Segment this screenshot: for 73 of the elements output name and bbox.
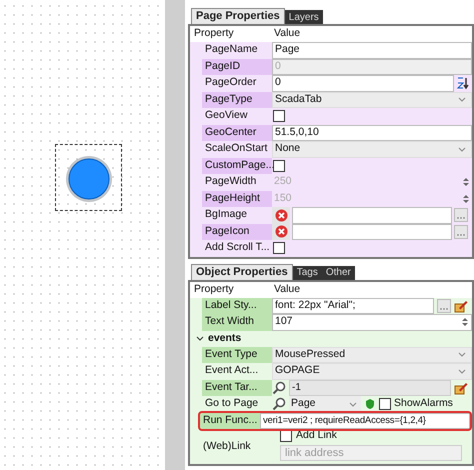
checkbox[interactable] bbox=[273, 110, 285, 122]
style-field[interactable]: font: 22px "Arial"; bbox=[272, 298, 434, 314]
property-label: GeoView bbox=[204, 108, 248, 124]
property-label: Event Type bbox=[202, 346, 272, 363]
checkbox[interactable] bbox=[379, 398, 391, 410]
checkbox-label: Add Link bbox=[296, 428, 337, 444]
dropdown[interactable]: GOPAGE bbox=[272, 363, 472, 380]
caret-icon bbox=[349, 402, 357, 407]
property-label: PageID bbox=[202, 58, 272, 75]
value-field[interactable]: 0 bbox=[272, 75, 454, 92]
spin-field[interactable]: 107 bbox=[272, 314, 472, 330]
column-header: Value bbox=[273, 26, 300, 42]
expand-icon[interactable] bbox=[196, 336, 204, 342]
target-field[interactable]: -1 bbox=[289, 380, 451, 396]
property-label: Go to Page bbox=[204, 396, 260, 412]
panel-tab[interactable]: Object Properties bbox=[191, 264, 293, 280]
dots-icon bbox=[457, 217, 465, 220]
value-field[interactable]: 51.5,0,10 bbox=[272, 124, 472, 141]
caret-icon bbox=[458, 146, 466, 152]
edit-icon[interactable] bbox=[454, 380, 468, 395]
dropdown[interactable]: MousePressed bbox=[272, 346, 472, 363]
checkbox[interactable] bbox=[273, 242, 285, 254]
link-field[interactable]: link address bbox=[280, 445, 462, 461]
panel-tab[interactable]: Layers bbox=[284, 10, 323, 24]
clear-icon[interactable] bbox=[274, 225, 288, 238]
panel-tab[interactable]: Page Properties bbox=[191, 8, 285, 24]
checkbox-label: ShowAlarms bbox=[394, 396, 453, 412]
property-label: Label Sty... bbox=[202, 298, 272, 314]
dropdown[interactable]: ScadaTab bbox=[272, 92, 472, 108]
selection-frame[interactable] bbox=[55, 144, 122, 211]
path-field[interactable] bbox=[292, 207, 452, 224]
property-label: Text Width bbox=[202, 314, 272, 330]
spinner-icon[interactable] bbox=[462, 317, 468, 328]
property-label: Event Act... bbox=[204, 363, 260, 378]
property-label: PageType bbox=[202, 92, 272, 108]
group-label: events bbox=[208, 330, 242, 346]
property-label: (Web)Link bbox=[202, 439, 252, 454]
checkbox[interactable] bbox=[280, 430, 292, 442]
property-label: PageIcon bbox=[202, 224, 272, 240]
caret-icon bbox=[458, 352, 466, 358]
round-button-drawing[interactable] bbox=[65, 155, 113, 203]
dropdown[interactable]: None bbox=[272, 141, 472, 158]
clear-icon[interactable] bbox=[274, 208, 288, 222]
property-label: Run Func... bbox=[200, 412, 260, 429]
column-header: Property bbox=[193, 282, 235, 297]
dots-icon bbox=[440, 308, 448, 310]
property-label: ScaleOnStart bbox=[204, 141, 268, 156]
caret-icon bbox=[458, 368, 466, 374]
edit-icon[interactable] bbox=[454, 298, 468, 313]
property-label: GeoCenter bbox=[202, 124, 272, 141]
shield-icon bbox=[364, 398, 376, 410]
value-field[interactable]: veri1=veri2 ; requireReadAccess={1,2,4} bbox=[260, 412, 470, 429]
dots-icon bbox=[457, 234, 465, 236]
property-label: CustomPage... bbox=[202, 158, 272, 174]
property-label: Add Scroll T... bbox=[204, 240, 271, 256]
search-icon[interactable] bbox=[272, 380, 286, 395]
property-label: PageHeight bbox=[202, 190, 272, 207]
property-label: PageWidth bbox=[204, 174, 258, 190]
property-label: PageName bbox=[204, 42, 259, 58]
path-field[interactable] bbox=[292, 224, 452, 240]
canvas-scrollbar[interactable] bbox=[165, 0, 185, 470]
value-field[interactable]: Page bbox=[272, 42, 472, 58]
search-icon[interactable] bbox=[272, 397, 286, 412]
caret-icon bbox=[458, 97, 466, 102]
property-label: BgImage bbox=[204, 207, 248, 222]
property-label: Event Tar... bbox=[202, 380, 272, 396]
sort-icon[interactable] bbox=[456, 76, 470, 90]
checkbox[interactable] bbox=[273, 160, 285, 172]
column-header: Value bbox=[273, 282, 300, 297]
panel-tab[interactable]: Other bbox=[322, 266, 355, 280]
column-header: Property bbox=[193, 26, 235, 42]
property-label: PageOrder bbox=[204, 75, 258, 90]
panel-tab[interactable]: Tags bbox=[292, 266, 322, 280]
